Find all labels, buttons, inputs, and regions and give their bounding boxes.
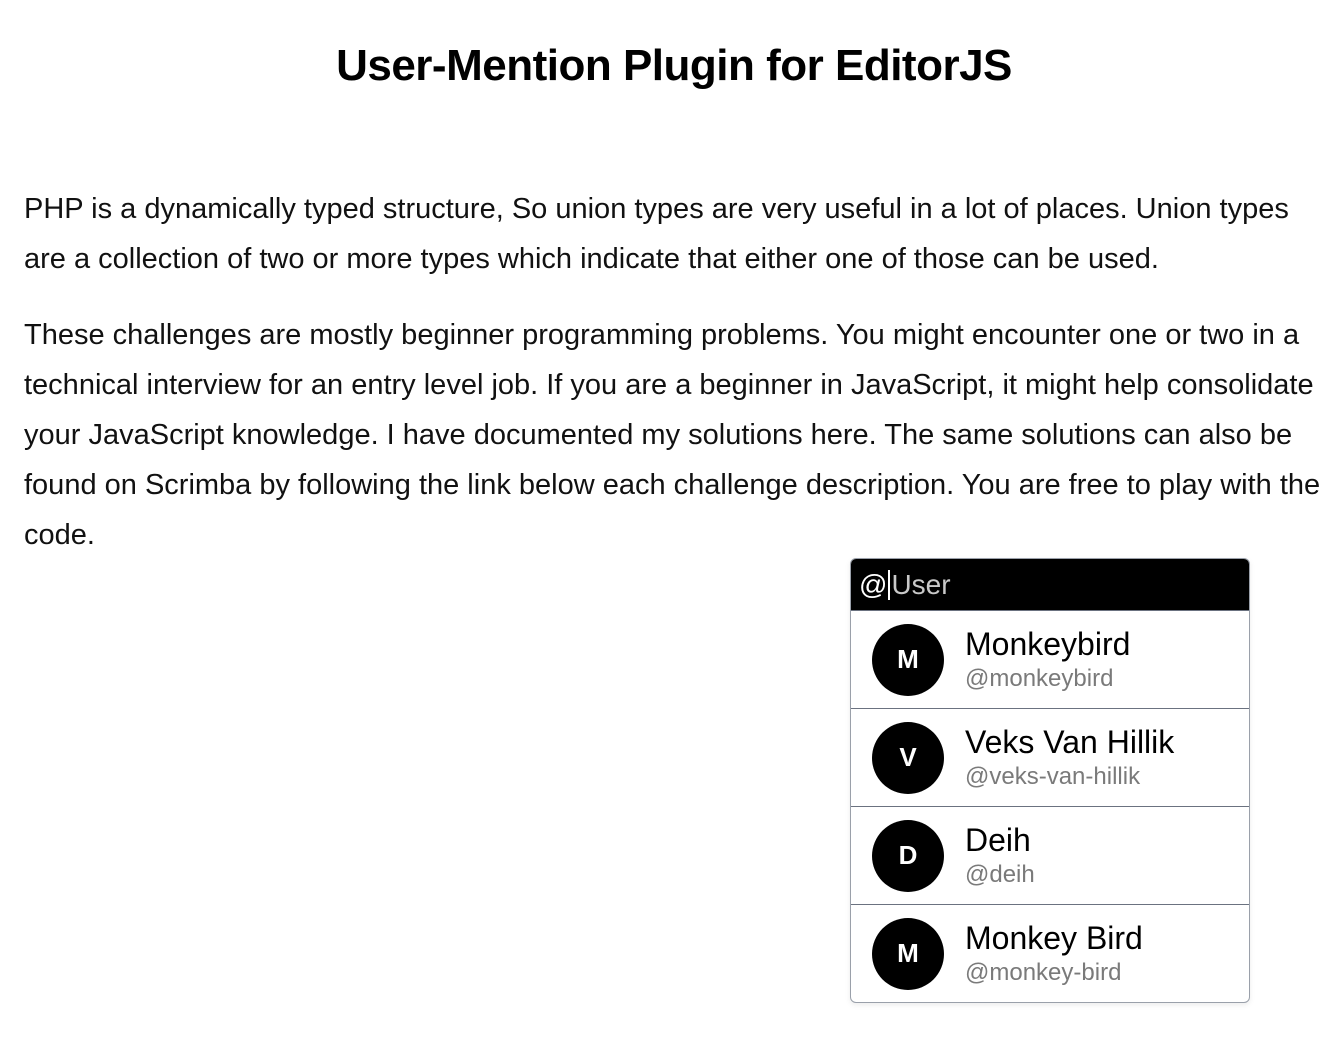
avatar: M xyxy=(872,623,944,696)
user-handle: @deih xyxy=(965,860,1035,888)
user-text: Veks Van Hillik @veks-van-hillik xyxy=(965,724,1174,792)
mention-input-bar[interactable]: @ xyxy=(851,559,1249,610)
mention-search-input[interactable] xyxy=(891,568,1222,601)
user-handle: @monkeybird xyxy=(965,664,1114,692)
text-caret xyxy=(888,569,891,600)
user-name: Monkey Bird xyxy=(965,919,1143,956)
user-handle: @veks-van-hillik xyxy=(965,762,1141,790)
page-title: User-Mention Plugin for EditorJS xyxy=(336,41,1012,90)
at-sign: @ xyxy=(859,568,888,600)
paragraph-block[interactable]: These challenges are mostly beginner pro… xyxy=(24,310,1324,560)
user-text: Monkey Bird @monkey-bird xyxy=(965,920,1143,988)
user-name: Deih xyxy=(965,821,1031,858)
avatar: M xyxy=(872,917,944,990)
paragraph-block[interactable]: PHP is a dynamically typed structure, So… xyxy=(24,184,1324,284)
user-text: Monkeybird @monkeybird xyxy=(965,626,1130,694)
user-name: Veks Van Hillik xyxy=(965,723,1175,760)
user-name: Monkeybird xyxy=(965,625,1131,662)
page: User-Mention Plugin for EditorJS PHP is … xyxy=(0,0,1332,1038)
mention-popup: @ M Monkeybird @monkeybird V Veks Van Hi… xyxy=(850,558,1250,1003)
avatar: D xyxy=(872,819,944,892)
mention-user-option[interactable]: V Veks Van Hillik @veks-van-hillik xyxy=(851,708,1249,806)
mention-user-option[interactable]: M Monkey Bird @monkey-bird xyxy=(851,904,1249,1002)
user-text: Deih @deih xyxy=(965,822,1035,890)
mention-user-option[interactable]: M Monkeybird @monkeybird xyxy=(851,610,1249,708)
mention-user-option[interactable]: D Deih @deih xyxy=(851,806,1249,904)
editor-area[interactable]: PHP is a dynamically typed structure, So… xyxy=(24,184,1324,586)
user-handle: @monkey-bird xyxy=(965,958,1122,986)
avatar: V xyxy=(872,721,944,794)
